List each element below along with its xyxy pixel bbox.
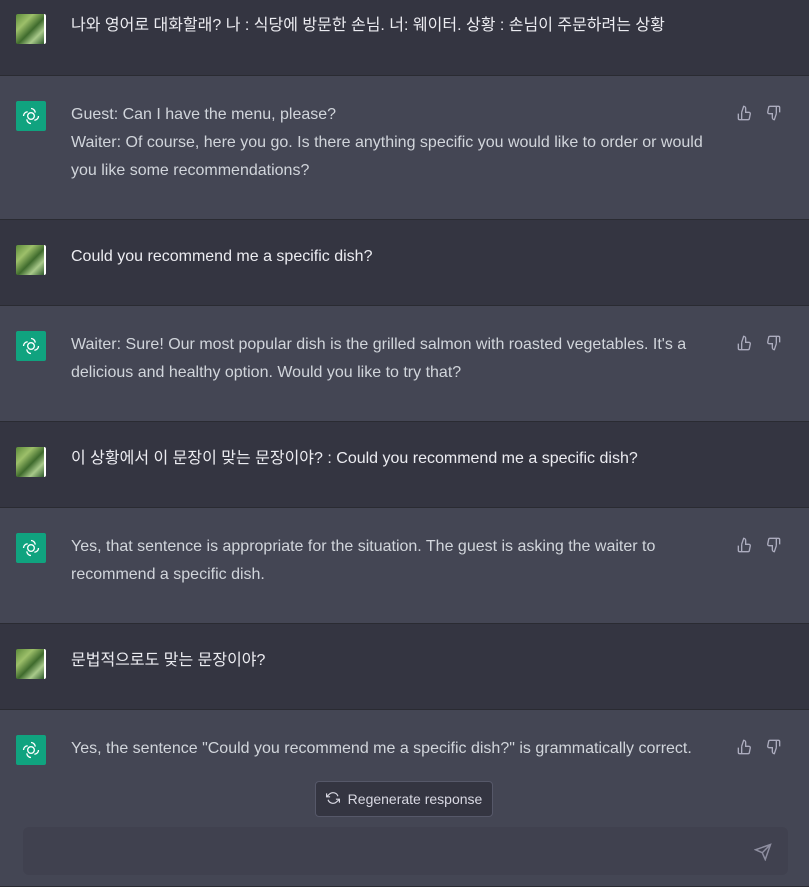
message-input[interactable]	[37, 839, 741, 867]
message-text: 나와 영어로 대화할래? 나 : 식당에 방문한 손님. 너: 웨이터. 상황 …	[71, 17, 665, 34]
user-avatar-icon	[16, 649, 46, 679]
message-row-user: Could you recommend me a specific dish?	[0, 220, 809, 305]
message-row-assistant: Guest: Can I have the menu, please? Wait…	[0, 75, 809, 220]
message-text: Waiter: Sure! Our most popular dish is t…	[71, 336, 691, 381]
message-input-bar	[23, 827, 788, 875]
message-row-user: 나와 영어로 대화할래? 나 : 식당에 방문한 손님. 너: 웨이터. 상황 …	[0, 0, 809, 75]
message-row-assistant: Waiter: Sure! Our most popular dish is t…	[0, 305, 809, 422]
thumbs-down-icon[interactable]	[765, 335, 781, 351]
user-avatar-icon	[16, 245, 46, 275]
refresh-icon	[325, 791, 340, 808]
message-text: 이 상황에서 이 문장이 맞는 문장이야? : Could you recomm…	[71, 450, 638, 467]
assistant-logo-icon	[16, 735, 46, 765]
message-row-user: 이 상황에서 이 문장이 맞는 문장이야? : Could you recomm…	[0, 422, 809, 507]
thumbs-down-icon[interactable]	[765, 105, 781, 121]
message-text: Yes, the sentence "Could you recommend m…	[71, 740, 692, 757]
assistant-logo-icon	[16, 101, 46, 131]
message-text: 문법적으로도 맞는 문장이야?	[71, 652, 266, 669]
thumbs-up-icon[interactable]	[737, 739, 753, 755]
regenerate-label: Regenerate response	[347, 791, 483, 807]
thumbs-down-icon[interactable]	[765, 739, 781, 755]
assistant-logo-icon	[16, 331, 46, 361]
user-avatar-icon	[16, 447, 46, 477]
thumbs-down-icon[interactable]	[765, 537, 781, 553]
assistant-logo-icon	[16, 533, 46, 563]
message-row-assistant: Yes, that sentence is appropriate for th…	[0, 507, 809, 624]
send-icon[interactable]	[753, 843, 772, 862]
message-text: Guest: Can I have the menu, please? Wait…	[71, 106, 703, 179]
message-row-user: 문법적으로도 맞는 문장이야?	[0, 624, 809, 709]
regenerate-response-button[interactable]: Regenerate response	[315, 781, 493, 817]
thumbs-up-icon[interactable]	[737, 537, 753, 553]
message-text: Could you recommend me a specific dish?	[71, 248, 373, 265]
thumbs-up-icon[interactable]	[737, 335, 753, 351]
user-avatar-icon	[16, 14, 46, 44]
thumbs-up-icon[interactable]	[737, 105, 753, 121]
message-text: Yes, that sentence is appropriate for th…	[71, 538, 660, 583]
